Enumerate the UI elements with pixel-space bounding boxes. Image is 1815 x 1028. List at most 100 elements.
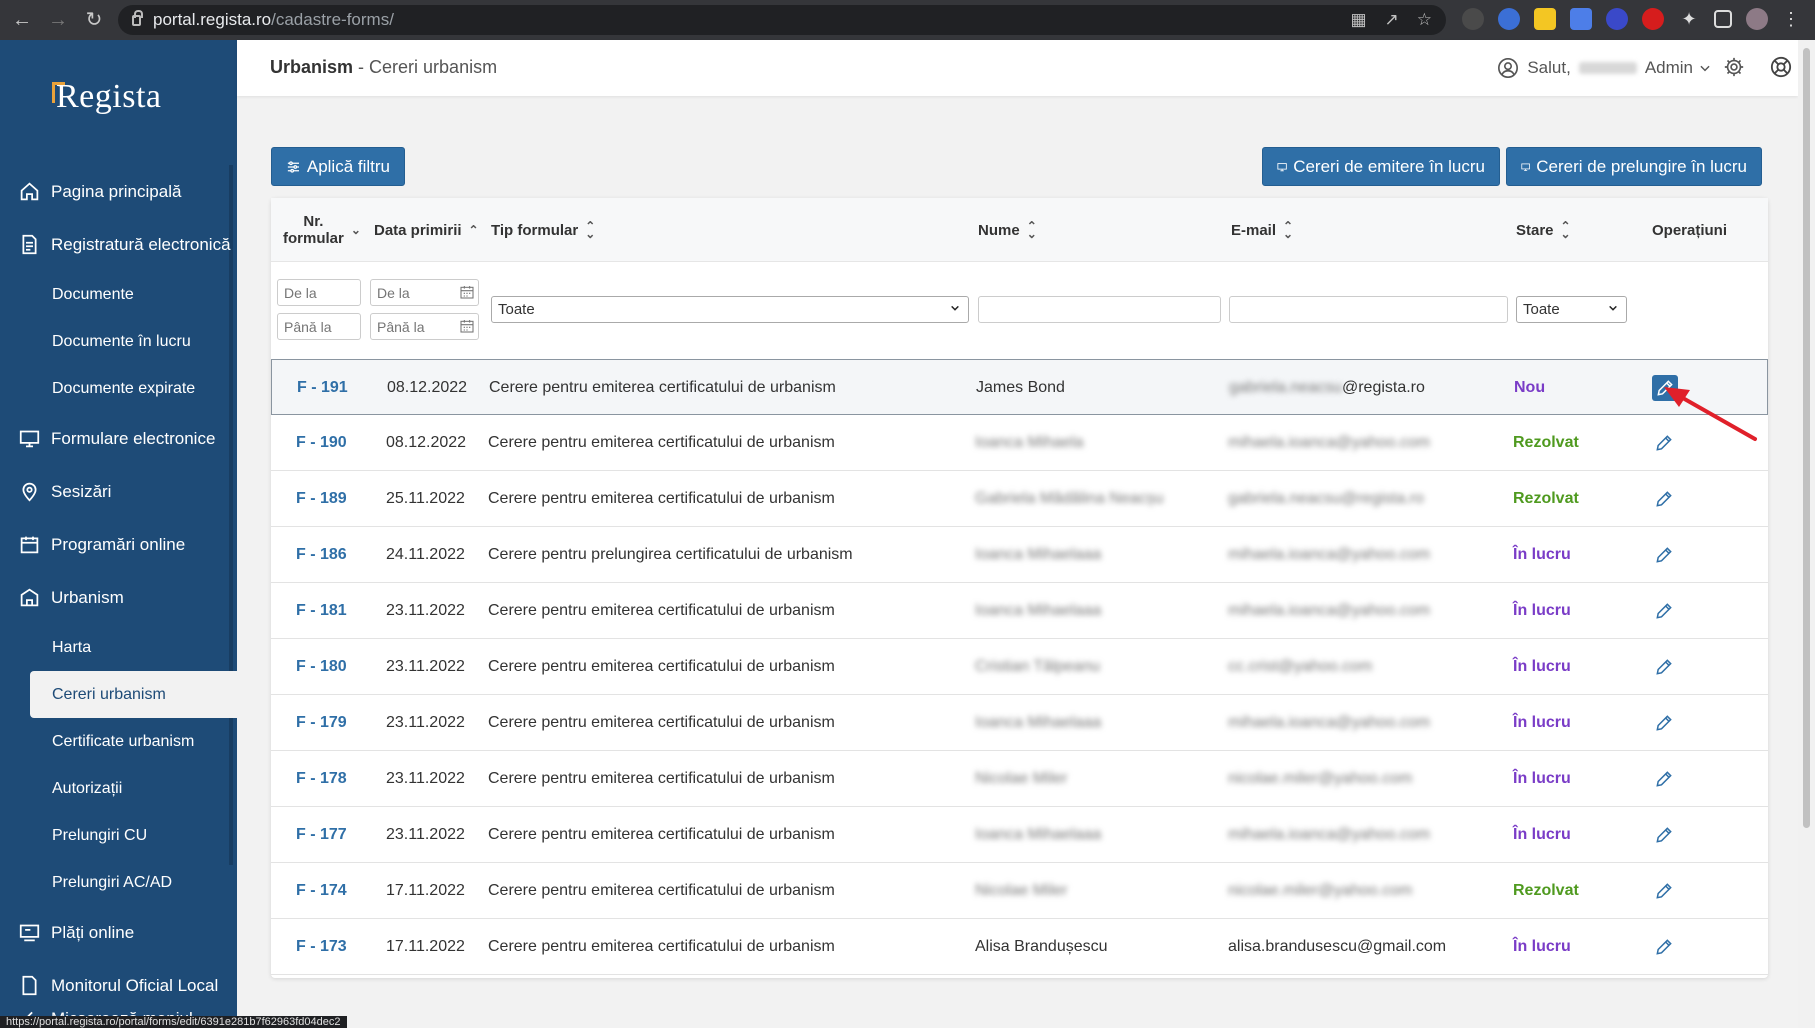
sidebar-item-documente-in-lucru[interactable]: Documente în lucru — [0, 318, 237, 365]
user-menu[interactable]: Salut, Admin — [1497, 57, 1712, 79]
tip-formular-select[interactable]: Toate — [491, 296, 969, 323]
weather-extension-icon[interactable] — [1462, 8, 1484, 30]
form-number-link[interactable]: F - 190 — [296, 415, 347, 471]
translate-extension-icon[interactable] — [1570, 8, 1592, 30]
form-number-link[interactable]: F - 173 — [296, 919, 347, 975]
calendar-icon[interactable] — [459, 284, 475, 300]
calendar-icon[interactable] — [459, 318, 475, 334]
help-lifebuoy-icon[interactable] — [1770, 56, 1792, 78]
profile-avatar[interactable] — [1746, 8, 1768, 30]
received-date: 17.11.2022 — [386, 938, 465, 955]
vpn-extension-icon[interactable] — [1498, 8, 1520, 30]
sidebar-item-prelungiri-cu[interactable]: Prelungiri CU — [0, 812, 237, 859]
table-row[interactable]: F - 190 08.12.2022 Cerere pentru emiterea … — [271, 415, 1768, 471]
column-header-email[interactable]: E-mail ⌃ ⌄ — [1231, 198, 1293, 262]
sidebar-item-cereri-urbanism[interactable]: Cereri urbanism — [30, 671, 237, 718]
bookmark-star-icon[interactable]: ☆ — [1417, 10, 1432, 30]
sidebar-item-registratura[interactable]: Registratură electronică — [0, 218, 237, 271]
adblock-extension-icon[interactable] — [1642, 8, 1664, 30]
table-row[interactable]: F - 179 23.11.2022 Cerere pentru emiterea … — [271, 695, 1768, 751]
user-avatar-icon — [1498, 58, 1519, 78]
edit-button[interactable] — [1651, 598, 1677, 624]
sidebar-item-harta[interactable]: Harta — [0, 624, 237, 671]
sidepanel-icon[interactable] — [1714, 10, 1732, 28]
edit-button[interactable] — [1651, 710, 1677, 736]
column-header-nr[interactable]: Nr. formular ⌄ — [283, 198, 361, 262]
chevron-down-icon — [951, 305, 959, 311]
edit-pencil-icon — [1656, 659, 1672, 675]
table-row[interactable]: F - 191 08.12.2022 Cerere pentru emiterea … — [271, 359, 1768, 415]
prolong-requests-in-progress-button[interactable]: Cereri de prelungire în lucru — [1506, 147, 1762, 186]
applicant-name: Cristian Tălpeanu — [975, 658, 1101, 675]
gear-icon[interactable] — [1723, 56, 1745, 78]
edit-button[interactable] — [1651, 822, 1677, 848]
apply-filter-button[interactable]: Aplică filtru — [271, 147, 405, 186]
table-row[interactable]: F - 186 24.11.2022 Cerere pentru prelungir… — [271, 527, 1768, 583]
form-type: Cerere pentru emiterea certificatului de… — [488, 434, 835, 451]
notes-extension-icon[interactable] — [1534, 8, 1556, 30]
form-number-link[interactable]: F - 174 — [296, 863, 347, 919]
table-row[interactable]: F - 178 23.11.2022 Cerere pentru emiterea … — [271, 751, 1768, 807]
edit-button[interactable] — [1651, 878, 1677, 904]
logo[interactable]: Regista — [51, 78, 161, 116]
sidebar-item-urbanism[interactable]: Urbanism — [0, 571, 237, 624]
address-bar[interactable]: portal.regista.ro/cadastre-forms/ ▦ ↗ ☆ — [118, 5, 1446, 35]
form-number-link[interactable]: F - 186 — [296, 527, 347, 583]
form-type: Cerere pentru prelungirea certificatului… — [488, 546, 853, 563]
sidebar-item-certificate-urbanism[interactable]: Certificate urbanism — [0, 718, 237, 765]
sidebar-item-documente[interactable]: Documente — [0, 271, 237, 318]
edit-button[interactable] — [1651, 486, 1677, 512]
page-scrollbar[interactable] — [1798, 40, 1815, 1028]
sidebar-item-plati-online[interactable]: Plăți online — [0, 906, 237, 959]
form-number-link[interactable]: F - 178 — [296, 751, 347, 807]
email-value: nicolae.miler@yahoo.com — [1228, 882, 1413, 899]
operations-cell — [1651, 807, 1677, 863]
edit-button[interactable] — [1651, 766, 1677, 792]
browser-menu-icon[interactable]: ⋮ — [1782, 9, 1800, 30]
breadcrumb-section[interactable]: Urbanism — [270, 57, 353, 77]
table-row[interactable]: F - 180 23.11.2022 Cerere pentru emiterea … — [271, 639, 1768, 695]
table-row[interactable]: F - 189 25.11.2022 Cerere pentru emiterea … — [271, 471, 1768, 527]
sidebar-item-autorizatii[interactable]: Autorizații — [0, 765, 237, 812]
emit-requests-in-progress-button[interactable]: Cereri de emitere în lucru — [1262, 147, 1500, 186]
table-row[interactable]: F - 173 17.11.2022 Cerere pentru emiterea … — [271, 919, 1768, 975]
column-header-nr-line1: Nr. — [303, 213, 324, 230]
edit-button[interactable] — [1651, 934, 1677, 960]
sidebar-item-prelungiri-ac-ad[interactable]: Prelungiri AC/AD — [0, 859, 237, 906]
column-header-stare[interactable]: Stare ⌃ ⌄ — [1516, 198, 1571, 262]
page-scrollbar-thumb[interactable] — [1803, 48, 1810, 828]
form-number-link[interactable]: F - 179 — [296, 695, 347, 751]
edit-button[interactable] — [1651, 654, 1677, 680]
sidebar-item-sesizari[interactable]: Sesizări — [0, 465, 237, 518]
sidebar-item-formulare[interactable]: Formulare electronice — [0, 412, 237, 465]
translate-icon[interactable]: ▦ — [1350, 10, 1366, 30]
back-icon[interactable]: ← — [8, 6, 36, 34]
form-number-link[interactable]: F - 181 — [296, 583, 347, 639]
stare-select[interactable]: Toate — [1516, 296, 1627, 323]
column-header-tip[interactable]: Tip formular ⌃ ⌄ — [491, 198, 595, 262]
browser-toolbar: ← → ↻ portal.regista.ro/cadastre-forms/ … — [0, 0, 1815, 40]
date-from-filter-nr[interactable] — [277, 279, 361, 306]
column-header-date[interactable]: Data primirii ⌃ — [374, 198, 479, 262]
date-to-filter-nr[interactable] — [277, 313, 361, 340]
reload-icon[interactable]: ↻ — [80, 6, 108, 34]
sidebar-item-programari[interactable]: Programări online — [0, 518, 237, 571]
email-filter-input[interactable] — [1229, 296, 1508, 323]
sort-asc-icon: ⌃ — [468, 223, 479, 237]
table-row[interactable]: F - 177 23.11.2022 Cerere pentru emiterea … — [271, 807, 1768, 863]
share-icon[interactable]: ↗ — [1385, 10, 1399, 30]
form-number-link[interactable]: F - 189 — [296, 471, 347, 527]
edit-button[interactable] — [1651, 542, 1677, 568]
table-row[interactable]: F - 174 17.11.2022 Cerere pentru emiterea … — [271, 863, 1768, 919]
puzzle-extensions-icon[interactable]: ✦ — [1678, 8, 1700, 30]
name-filter-input[interactable] — [978, 296, 1221, 323]
form-number-link[interactable]: F - 177 — [296, 807, 347, 863]
column-header-name[interactable]: Nume ⌃ ⌄ — [978, 198, 1037, 262]
form-number-link[interactable]: F - 191 — [297, 360, 348, 416]
settings-extension-icon[interactable] — [1606, 8, 1628, 30]
sidebar-item-home[interactable]: Pagina principală — [0, 165, 237, 218]
forward-icon[interactable]: → — [44, 6, 72, 34]
sidebar-item-documente-expirate[interactable]: Documente expirate — [0, 365, 237, 412]
table-row[interactable]: F - 181 23.11.2022 Cerere pentru emiterea … — [271, 583, 1768, 639]
form-number-link[interactable]: F - 180 — [296, 639, 347, 695]
